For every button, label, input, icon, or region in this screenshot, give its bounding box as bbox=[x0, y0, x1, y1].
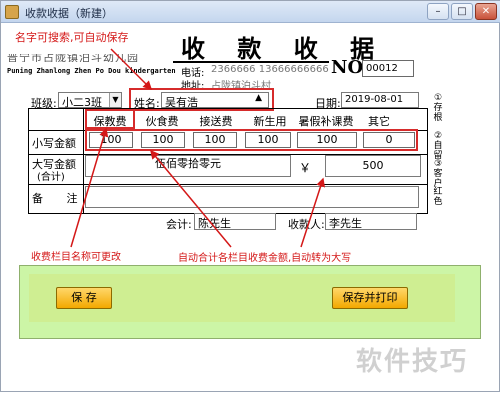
big-amount-field: 伍佰零拾零元 bbox=[85, 155, 291, 177]
side-copy-keep: ②自留 bbox=[433, 131, 443, 161]
currency-symbol: ￥ bbox=[299, 161, 312, 175]
accountant-label: 会计: bbox=[166, 218, 192, 231]
side-copy-customer: ③客户 bbox=[433, 159, 443, 189]
column-header-other[interactable]: 其它 bbox=[361, 113, 397, 129]
total-amount-field: 500 bbox=[325, 155, 421, 177]
minimize-button[interactable]: – bbox=[427, 3, 449, 20]
school-name-chinese: 普宁市占陇镇泊斗幼儿园 bbox=[7, 54, 139, 62]
amount-row-highlight-frame bbox=[85, 129, 418, 151]
remark-label: 备 注 bbox=[32, 192, 88, 205]
chevron-down-icon[interactable]: ▼ bbox=[109, 93, 121, 107]
window-title: 收款收据（新建） bbox=[25, 7, 113, 20]
watermark-text: 软件技巧 bbox=[356, 347, 469, 377]
title-underline bbox=[173, 61, 329, 63]
receipt-window: 收款收据（新建） – □ ✕ 名字可搜索,可自动保存 收费栏目名称可更改 自动合… bbox=[0, 0, 500, 392]
search-hint-note: 名字可搜索,可自动保存 bbox=[15, 31, 129, 44]
side-copy-stub: ①存根 bbox=[433, 93, 443, 123]
maximize-button[interactable]: □ bbox=[451, 3, 473, 20]
column-header-shuttle[interactable]: 接送费 bbox=[191, 113, 241, 129]
school-name-english: Puning Zhanlong Zhen Po Dou kindergarten bbox=[7, 67, 176, 75]
date-field[interactable]: 2019-08-01 bbox=[341, 92, 419, 108]
side-copy-red: 红色 bbox=[433, 187, 443, 207]
class-select[interactable]: 小二3班 ▼ bbox=[58, 92, 122, 109]
app-icon bbox=[5, 5, 19, 19]
accountant-field[interactable]: 陈先生 bbox=[194, 213, 276, 230]
remark-input[interactable] bbox=[85, 186, 419, 208]
save-button[interactable]: 保 存 bbox=[56, 287, 112, 309]
save-and-print-button[interactable]: 保存并打印 bbox=[332, 287, 408, 309]
grid-divider bbox=[29, 184, 427, 185]
big-amount-sublabel: (合计) bbox=[37, 172, 65, 183]
phone-value: 2366666 13666666666 bbox=[211, 64, 329, 75]
payee-field[interactable]: 李先生 bbox=[325, 213, 417, 230]
close-button[interactable]: ✕ bbox=[475, 3, 497, 20]
payee-label: 收款人: bbox=[288, 218, 325, 231]
category-hint-note: 收费栏目名称可更改 bbox=[31, 252, 121, 263]
column-header-meals[interactable]: 伙食费 bbox=[139, 113, 185, 129]
receipt-number-field[interactable]: 00012 bbox=[362, 60, 414, 77]
column-header-new-student[interactable]: 新生用 bbox=[247, 113, 293, 129]
auto-total-hint-note: 自动合计各栏目收费金额,自动转为大写 bbox=[178, 253, 352, 264]
column-header-highlight-frame bbox=[85, 109, 135, 129]
small-amount-label: 小写金额 bbox=[32, 137, 76, 150]
column-header-summer-class[interactable]: 暑假补课费 bbox=[295, 113, 357, 129]
title-bar: 收款收据（新建） – □ ✕ bbox=[1, 1, 500, 23]
